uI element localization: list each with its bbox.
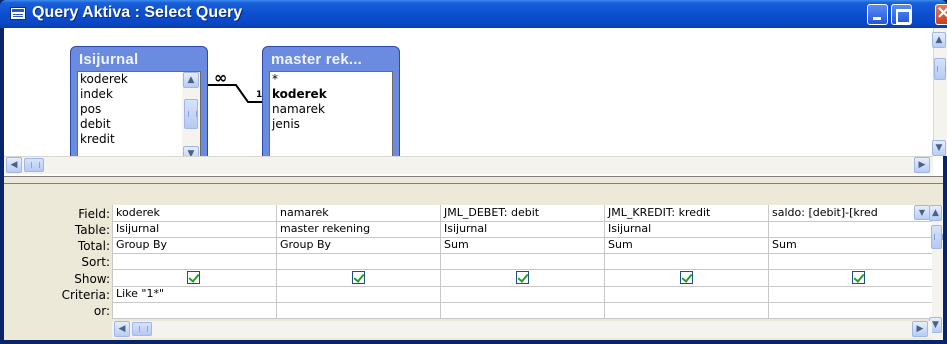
grid-cell-total[interactable]: Group By (277, 238, 440, 253)
grid-cell-sort[interactable] (113, 254, 276, 269)
grid-cell-sort[interactable] (441, 254, 604, 269)
field-list-scrollbar[interactable]: ▲ ▼ (182, 72, 200, 164)
scroll-up-button[interactable]: ▲ (932, 32, 946, 48)
grid-cell-total[interactable]: Sum (605, 238, 768, 253)
scroll-down-button[interactable]: ▼ (932, 140, 946, 156)
row-label-total: Total: (77, 239, 110, 253)
row-label-criteria: Criteria: (61, 288, 110, 302)
query-icon (10, 7, 26, 20)
field-list-body[interactable]: koderek indek pos debit kredit ▲ ▼ (77, 71, 201, 165)
design-grid-pane[interactable]: Field: Table: Total: Sort: Show: Criteri… (4, 184, 943, 340)
scroll-right-button[interactable]: ▶ (914, 157, 930, 173)
show-checkbox[interactable] (852, 271, 865, 284)
scroll-thumb[interactable] (184, 99, 198, 129)
row-labels: Field: Table: Total: Sort: Show: Criteri… (4, 184, 112, 340)
row-label-table: Table: (74, 223, 110, 237)
field-item[interactable]: * (270, 72, 392, 87)
table-diagram-pane[interactable]: Isijurnal koderek indek pos debit kredit… (4, 28, 947, 176)
grid-cell-criteria[interactable] (605, 287, 768, 302)
row-label-or: or: (93, 304, 110, 318)
field-item[interactable]: namarek (270, 102, 392, 117)
grid-cell-criteria[interactable] (769, 287, 932, 302)
window-title: Query Aktiva : Select Query (32, 4, 243, 21)
grid-cell-table[interactable]: master rekening (277, 222, 440, 237)
pane-splitter[interactable] (4, 176, 943, 184)
grid-cell-or[interactable] (769, 303, 932, 318)
field-list-title[interactable]: Isijurnal (79, 51, 138, 68)
grid-cell-criteria[interactable] (277, 287, 440, 302)
grid-cell-total[interactable]: Sum (769, 238, 932, 253)
grid-vertical-scrollbar[interactable]: ▲ ▼ (929, 205, 943, 340)
grid-cell-field[interactable]: namarek (277, 206, 440, 221)
grid-line (112, 318, 932, 319)
close-button[interactable] (935, 2, 947, 25)
scroll-thumb[interactable] (934, 58, 946, 80)
grid-cell-total[interactable]: Sum (441, 238, 604, 253)
grid-cell-or[interactable] (605, 303, 768, 318)
grid-cell-or[interactable] (277, 303, 440, 318)
chevron-down-icon[interactable]: ▼ (914, 205, 930, 220)
grid-cell-or[interactable] (441, 303, 604, 318)
grid-cell-total[interactable]: Group By (113, 238, 276, 253)
field-list-body[interactable]: * koderek namarek jenis (269, 71, 393, 165)
grid-cell-field[interactable]: koderek (113, 206, 276, 221)
grid-cell-table[interactable]: Isijurnal (113, 222, 276, 237)
minimize-button[interactable] (867, 4, 888, 25)
join-many-symbol: ∞ (214, 68, 228, 87)
grid-cell-field[interactable]: JML_DEBET: debit (441, 206, 604, 221)
query-window: Query Aktiva : Select Query Isijurnal ko… (0, 0, 947, 344)
grid-cell-field[interactable]: saldo: [debit]-[kred (769, 206, 914, 221)
scroll-left-button[interactable]: ◀ (6, 157, 22, 173)
grid-cell-table[interactable] (769, 222, 932, 237)
grid-cell-or[interactable] (113, 303, 276, 318)
grid-cell-sort[interactable] (277, 254, 440, 269)
grid-cell-criteria[interactable]: Like "1*" (113, 287, 276, 302)
grid-cell-sort[interactable] (605, 254, 768, 269)
scroll-thumb[interactable] (24, 158, 44, 172)
show-checkbox[interactable] (680, 271, 693, 284)
grid-cell-criteria[interactable] (441, 287, 604, 302)
grid-cell-field[interactable]: JML_KREDIT: kredit (605, 206, 768, 221)
query-design-grid[interactable]: koderek Isijurnal Group By Like "1*" nam… (112, 205, 932, 319)
field-list-isijurnal[interactable]: Isijurnal koderek indek pos debit kredit… (70, 46, 208, 170)
diagram-horizontal-scrollbar[interactable]: ◀ ▶ (4, 156, 933, 174)
title-bar[interactable]: Query Aktiva : Select Query (0, 0, 947, 28)
grid-cell-table[interactable]: Isijurnal (605, 222, 768, 237)
show-checkbox[interactable] (516, 271, 529, 284)
diagram-vertical-scrollbar[interactable]: ▲ ▼ (932, 28, 947, 156)
maximize-button[interactable] (891, 4, 912, 25)
column-selectors[interactable] (112, 184, 943, 205)
row-label-field: Field: (78, 207, 110, 221)
show-checkbox[interactable] (187, 271, 200, 284)
row-label-sort: Sort: (81, 255, 110, 269)
scroll-thumb[interactable] (931, 225, 943, 249)
scroll-thumb[interactable] (132, 322, 152, 336)
scroll-up-button[interactable]: ▲ (183, 72, 199, 88)
grid-cell-table[interactable]: Isijurnal (441, 222, 604, 237)
field-item[interactable]: jenis (270, 117, 392, 132)
field-list-title[interactable]: master rek... (271, 51, 362, 68)
field-list-master-rekening[interactable]: master rek... * koderek namarek jenis (262, 46, 400, 170)
field-item-primary-key[interactable]: koderek (270, 87, 392, 102)
grid-cell-sort[interactable] (769, 254, 932, 269)
grid-horizontal-scrollbar[interactable]: ◀ ▶ (112, 321, 932, 338)
row-label-show: Show: (74, 272, 110, 286)
grid-line (112, 269, 932, 270)
show-checkbox[interactable] (352, 271, 365, 284)
scroll-up-button[interactable]: ▲ (929, 205, 942, 221)
scroll-left-button[interactable]: ◀ (114, 321, 130, 337)
scroll-right-button[interactable]: ▶ (912, 321, 928, 337)
